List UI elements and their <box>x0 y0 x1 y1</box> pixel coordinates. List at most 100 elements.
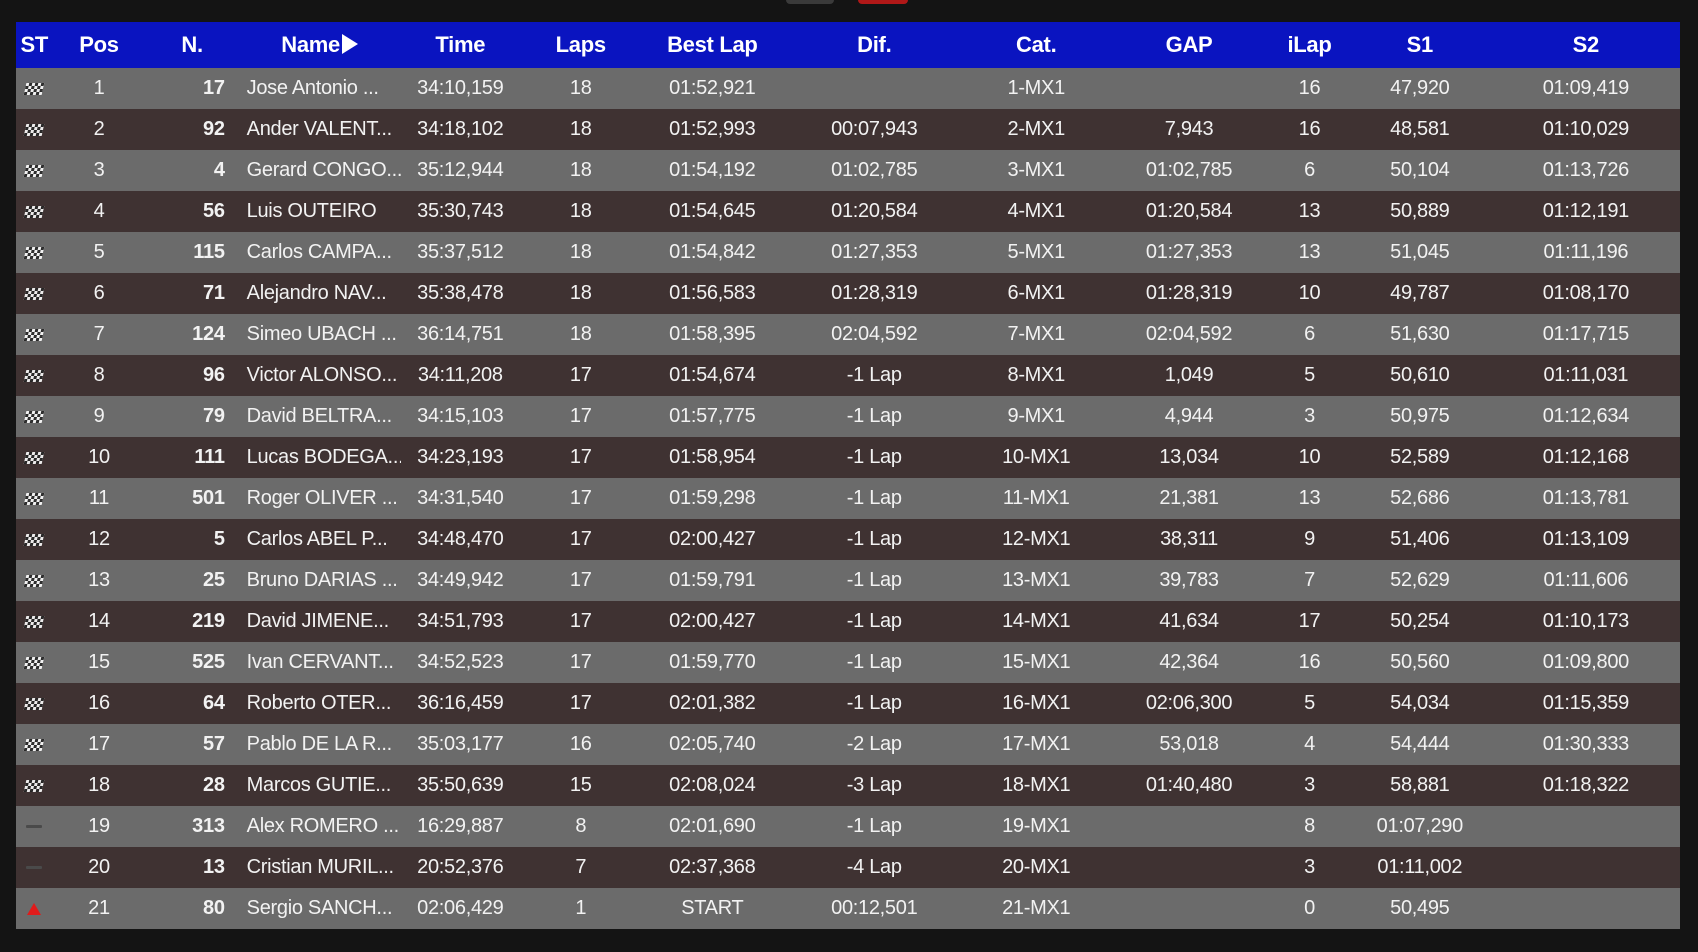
checkered-flag-icon <box>23 451 45 464</box>
table-row[interactable]: 17 57 Pablo DE LA R... 35:03,177 16 02:05,740… <box>16 724 1680 765</box>
s2-cell: 01:13,781 <box>1542 487 1630 509</box>
category-cell: 2-MX1 <box>1007 118 1066 140</box>
laps-cell: 17 <box>569 651 592 673</box>
col-header-best-lap[interactable]: Best Lap <box>641 22 783 68</box>
laps-cell: 1 <box>575 897 587 919</box>
col-header-pos[interactable]: Pos <box>52 22 145 68</box>
table-row[interactable]: 2 92 Ander VALENT... 34:18,102 18 01:52,993 00… <box>16 109 1680 150</box>
top-tab-red[interactable] <box>858 0 908 4</box>
col-header-s2[interactable]: S2 <box>1492 22 1680 68</box>
results-body: 1 17 Jose Antonio ... 34:10,159 18 01:52,921 1… <box>16 68 1680 929</box>
table-row[interactable]: 10 111 Lucas BODEGA... 34:23,193 17 01:58,954… <box>16 437 1680 478</box>
table-row[interactable]: 20 13 Cristian MURIL... 20:52,376 7 02:37,368… <box>16 847 1680 888</box>
time-cell: 34:11,208 <box>417 364 503 386</box>
position-cell: 1 <box>93 77 105 99</box>
laps-cell: 17 <box>569 528 592 550</box>
table-row[interactable]: 9 79 David BELTRA... 34:15,103 17 01:57,775 -1… <box>16 396 1680 437</box>
table-row[interactable]: 13 25 Bruno DARIAS ... 34:49,942 17 01:59,791… <box>16 560 1680 601</box>
s2-cell: 01:12,634 <box>1542 405 1630 427</box>
ilap-cell: 17 <box>1298 610 1321 632</box>
rider-number-cell: 17 <box>203 77 225 99</box>
gap-cell <box>1107 847 1271 888</box>
position-cell: 9 <box>93 405 105 427</box>
rider-name-cell: Roberto OTER... <box>246 692 392 714</box>
status-cell <box>16 109 52 150</box>
position-cell: 14 <box>88 610 110 632</box>
best-lap-cell: 02:08,024 <box>669 774 756 796</box>
gap-cell: 42,364 <box>1159 651 1219 673</box>
status-cell <box>16 888 52 929</box>
rider-name-cell: Roger OLIVER ... <box>246 487 398 509</box>
status-cell <box>16 314 52 355</box>
status-cell <box>16 191 52 232</box>
dif-cell: -1 Lap <box>846 487 902 509</box>
table-row[interactable]: 1 17 Jose Antonio ... 34:10,159 18 01:52,921 1… <box>16 68 1680 109</box>
table-row[interactable]: 19 313 Alex ROMERO ... 16:29,887 8 02:01,690 -… <box>16 806 1680 847</box>
table-row[interactable]: 21 80 Sergio SANCH... 02:06,429 1 START 00:12,… <box>16 888 1680 929</box>
col-header-s1[interactable]: S1 <box>1348 22 1492 68</box>
col-header-dif[interactable]: Dif. <box>783 22 965 68</box>
table-row[interactable]: 3 4 Gerard CONGO... 35:12,944 18 01:54,192 01:… <box>16 150 1680 191</box>
checkered-flag-icon <box>23 574 45 587</box>
position-cell: 2 <box>93 118 105 140</box>
gap-cell: 41,634 <box>1159 610 1219 632</box>
col-header-name[interactable]: Name <box>239 22 401 68</box>
gap-cell: 4,944 <box>1164 405 1214 427</box>
col-header-ilap[interactable]: iLap <box>1271 22 1348 68</box>
ilap-cell: 16 <box>1298 77 1321 99</box>
position-cell: 12 <box>88 528 110 550</box>
col-header-st[interactable]: ST <box>16 22 52 68</box>
rider-number-cell: 96 <box>203 364 225 386</box>
checkered-flag-icon <box>23 205 45 218</box>
rider-name-cell: David JIMENE... <box>246 610 390 632</box>
gap-cell: 01:28,319 <box>1145 282 1233 304</box>
best-lap-cell: 01:59,791 <box>669 569 756 591</box>
ilap-cell: 13 <box>1298 200 1321 222</box>
table-row[interactable]: 7 124 Simeo UBACH ... 36:14,751 18 01:58,395 0… <box>16 314 1680 355</box>
top-tab-grey[interactable] <box>786 0 834 4</box>
table-row[interactable]: 15 525 Ivan CERVANT... 34:52,523 17 01:59,770… <box>16 642 1680 683</box>
table-row[interactable]: 11 501 Roger OLIVER ... 34:31,540 17 01:59,29… <box>16 478 1680 519</box>
rider-name-cell: Jose Antonio ... <box>246 77 379 99</box>
table-row[interactable]: 4 56 Luis OUTEIRO 35:30,743 18 01:54,645 01:20… <box>16 191 1680 232</box>
time-cell: 34:52,523 <box>417 651 504 673</box>
s1-cell: 54,444 <box>1390 733 1450 755</box>
ilap-cell: 5 <box>1304 692 1315 714</box>
time-cell: 34:23,193 <box>417 446 504 468</box>
col-header-cat[interactable]: Cat. <box>965 22 1107 68</box>
gap-cell <box>1107 888 1271 929</box>
position-cell: 4 <box>93 200 105 222</box>
table-row[interactable]: 16 64 Roberto OTER... 36:16,459 17 02:01,382 -… <box>16 683 1680 724</box>
rider-number-cell: 4 <box>213 159 225 181</box>
gap-cell: 01:02,785 <box>1145 159 1233 181</box>
s1-cell: 54,034 <box>1390 692 1450 714</box>
col-header-laps[interactable]: Laps <box>520 22 641 68</box>
laps-cell: 18 <box>569 77 592 99</box>
checkered-flag-icon <box>23 656 45 669</box>
position-cell: 6 <box>93 282 105 304</box>
dif-cell: 01:28,319 <box>831 282 918 304</box>
rider-name-cell: Lucas BODEGA... <box>246 446 401 468</box>
s2-cell: 01:08,170 <box>1542 282 1630 304</box>
table-row[interactable]: 18 28 Marcos GUTIE... 35:50,639 15 02:08,024 -… <box>16 765 1680 806</box>
rider-number-cell: 115 <box>193 241 225 263</box>
position-cell: 11 <box>88 487 110 509</box>
col-header-gap[interactable]: GAP <box>1107 22 1271 68</box>
status-cell <box>16 642 52 683</box>
gap-cell: 13,034 <box>1159 446 1219 468</box>
table-row[interactable]: 12 5 Carlos ABEL P... 34:48,470 17 02:00,427 -… <box>16 519 1680 560</box>
status-cell <box>16 355 52 396</box>
s1-cell: 01:11,002 <box>1377 856 1463 878</box>
table-row[interactable]: 5 115 Carlos CAMPA... 35:37,512 18 01:54,842 0… <box>16 232 1680 273</box>
s1-cell: 52,589 <box>1390 446 1450 468</box>
best-lap-cell: 02:00,427 <box>669 528 756 550</box>
table-row[interactable]: 8 96 Victor ALONSO... 34:11,208 17 01:54,674 -… <box>16 355 1680 396</box>
best-lap-cell: 01:58,954 <box>669 446 756 468</box>
checkered-flag-icon <box>23 164 45 177</box>
s1-cell: 50,254 <box>1390 610 1450 632</box>
table-row[interactable]: 14 219 David JIMENE... 34:51,793 17 02:00,427… <box>16 601 1680 642</box>
col-header-number[interactable]: N. <box>146 22 239 68</box>
table-row[interactable]: 6 71 Alejandro NAV... 35:38,478 18 01:56,583 0… <box>16 273 1680 314</box>
rider-name-cell: Gerard CONGO... <box>246 159 401 181</box>
col-header-time[interactable]: Time <box>401 22 520 68</box>
